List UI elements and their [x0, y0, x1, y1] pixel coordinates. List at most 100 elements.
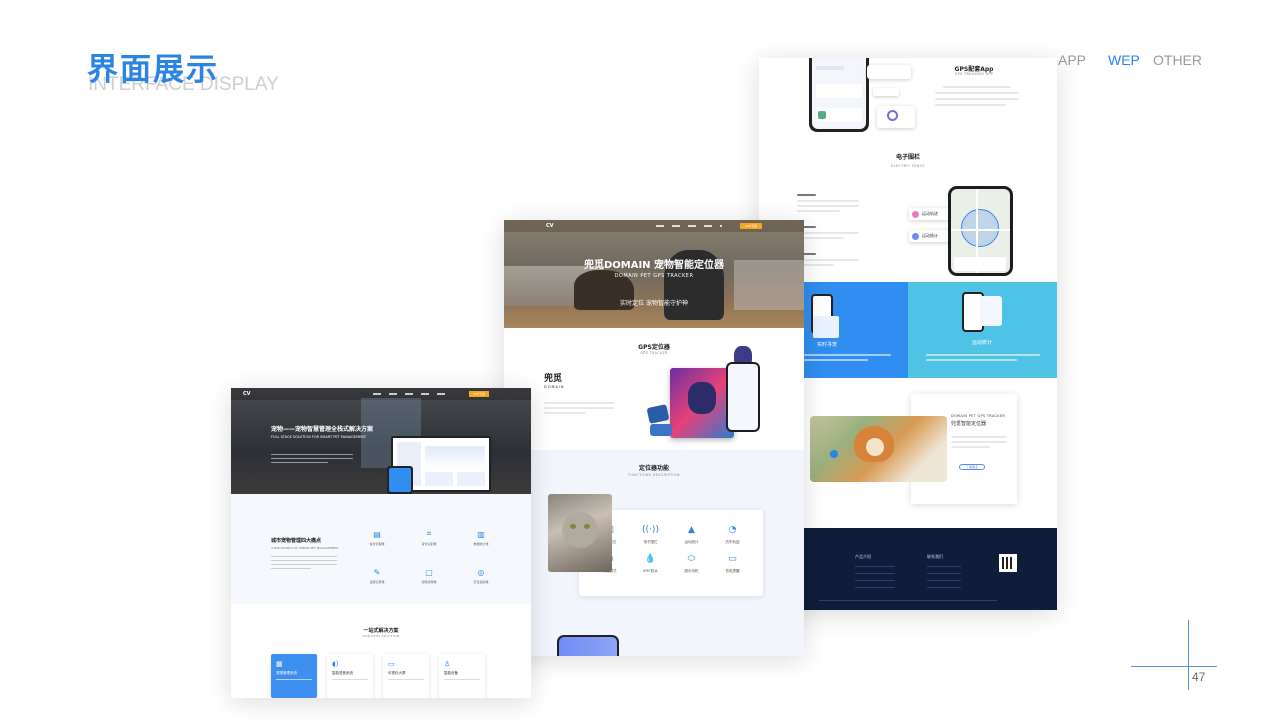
left-hero-title: 宠物——宠物智慧管理全栈式解决方案 — [271, 426, 374, 433]
solution-card[interactable]: ▦ 宠物管理系统 — [271, 654, 317, 698]
solution-card[interactable]: ▭ 可视化大屏 — [383, 654, 429, 698]
page-number: 47 — [1192, 670, 1206, 684]
solution-icon: ▭ — [388, 660, 395, 668]
solution-label: 智能设备 — [444, 671, 458, 675]
func-icon: ◔ — [728, 525, 737, 535]
mid-download-button[interactable]: APP下载 — [740, 223, 762, 229]
mid-brand: 兜觅 — [544, 374, 563, 384]
left-solution-en: ONE-STOP SOLUTION — [362, 634, 400, 638]
left-pain-section: 城市宠物管理四大痛点 4 PAIN POINTS OF URBAN PET MA… — [231, 494, 531, 604]
func-item: 💧 IP67防水 — [630, 553, 671, 574]
func-icon: ⬭ — [687, 554, 696, 564]
mid-functions-section: 定位器功能 FUNCTIONS DESCRIPTION ▣实时定位((·))电子… — [504, 450, 804, 656]
mid-gps-box — [670, 368, 734, 438]
func-item: ▭ 低电提醒 — [712, 553, 753, 574]
solution-label: 智能语音系统 — [332, 671, 353, 675]
func-item: ◔ 历史轨迹 — [712, 524, 753, 545]
func-icon: ▲ — [688, 525, 695, 535]
mid-hero: CV APP下载 兜觅DOMAIN 宠物智能定位器 DOMAIN PET GPS… — [504, 220, 804, 328]
pain-item: ▤ 信息管理难 — [351, 528, 403, 547]
pain-label: 信息管理难 — [369, 542, 385, 546]
float-search-card — [877, 106, 915, 128]
scan-icon: ⌗ — [426, 529, 432, 538]
right-app-en: GPS TRACKING APP — [954, 72, 994, 76]
mid-nav-links[interactable] — [656, 225, 722, 227]
func-icon: 💧 — [644, 554, 657, 564]
right-fence-en: ELECTRIC FENCE — [891, 164, 925, 168]
solution-card[interactable]: ♙ 智能设备 — [439, 654, 485, 698]
left-logo[interactable]: CV — [243, 391, 251, 397]
func-item: ▲ 运动统计 — [671, 524, 712, 545]
pain-label: 定位追踪难 — [473, 580, 489, 584]
mid-gps-title: GPS定位器 — [638, 344, 670, 351]
pain-item: ▥ 数据统计难 — [455, 528, 507, 547]
mid-brand-desc — [544, 402, 614, 414]
pain-item: ◎ 定位追踪难 — [455, 566, 507, 585]
pill-stats: 运动统计 — [909, 230, 951, 242]
func-icon: ((·)) — [642, 525, 659, 535]
pain-item: ✎ 违规记录难 — [351, 566, 403, 585]
left-pain-title: 城市宠物管理四大痛点 — [271, 538, 322, 544]
qr-code — [999, 554, 1017, 572]
device-icon: ▢ — [425, 567, 433, 577]
mid-func-title: 定位器功能 — [638, 465, 669, 472]
nav-app[interactable]: APP — [1058, 52, 1086, 68]
solution-icon: ▦ — [276, 660, 283, 668]
mid-brand-en: DOMAIN — [544, 385, 565, 389]
mid-hero-title: 兜觅DOMAIN 宠物智能定位器 — [583, 260, 725, 271]
func-label: 历史轨迹 — [725, 540, 740, 544]
left-nav-links[interactable] — [373, 393, 453, 395]
product-more-button[interactable]: 了解更多 — [959, 464, 985, 470]
doc-icon: ▤ — [373, 529, 381, 539]
right-fence-phone — [948, 186, 1013, 276]
right-fence-text — [797, 194, 859, 266]
solution-icon: ◖) — [332, 660, 339, 668]
nav-other[interactable]: OTHER — [1153, 52, 1202, 68]
dog-photo — [810, 416, 947, 482]
right-app-desc — [935, 86, 1019, 106]
mock-left: CV APP下载 宠物——宠物智慧管理全栈式解决方案 FULL STACK SO… — [231, 388, 531, 698]
mid-cat-photo — [548, 494, 612, 572]
solution-label: 宠物管理系统 — [276, 671, 297, 675]
mid-bottom-phone — [557, 635, 619, 656]
corner-line-horizontal — [1131, 666, 1217, 667]
left-phone — [387, 466, 413, 494]
func-label: 电子围栏 — [643, 540, 658, 544]
mid-hero-en: DOMAIN PET GPS TRACKER — [614, 273, 694, 279]
right-fence-title: 电子围栏 — [895, 154, 920, 161]
func-label: 超长待机 — [684, 569, 699, 573]
mid-func-en: FUNCTIONS DESCRIPTION — [628, 473, 680, 477]
slide: INTERFACE DISPLAY 界面展示 APP WEP OTHER 47 … — [0, 0, 1280, 720]
pain-item: ⌗ 身份识别难 — [403, 528, 455, 546]
solution-card[interactable]: ◖) 智能语音系统 — [327, 654, 373, 698]
left-hero-en: FULL STACK SOLUTION FOR SMART PET MANAGE… — [271, 435, 367, 439]
func-item: ((·)) 电子围栏 — [630, 524, 671, 545]
pain-label: 违规记录难 — [369, 580, 385, 584]
mock-right-phone — [809, 58, 869, 132]
pill-track: 运动轨迹 — [909, 208, 951, 220]
solution-label: 可视化大屏 — [388, 671, 406, 675]
mid-gps-en: GPS TRACKER — [640, 351, 668, 355]
panel-motion-stats: 运动统计 — [908, 282, 1057, 378]
solution-icon: ♙ — [444, 660, 451, 668]
chart-icon: ▥ — [477, 529, 485, 539]
title-cn: 界面展示 — [87, 52, 219, 88]
func-icon: ▭ — [728, 554, 737, 564]
left-pain-en: 4 PAIN POINTS OF URBAN PET MANAGEMENT — [271, 546, 339, 550]
func-label: 运动统计 — [684, 540, 699, 544]
pain-label: 身份识别难 — [421, 542, 437, 546]
pain-label: 智能终端难 — [421, 580, 437, 584]
target-icon: ◎ — [477, 567, 485, 577]
func-label: IP67防水 — [643, 569, 658, 573]
mid-tracker-device — [646, 404, 670, 424]
mid-logo[interactable]: CV — [546, 223, 562, 229]
mock-middle: CV APP下载 兜觅DOMAIN 宠物智能定位器 DOMAIN PET GPS… — [504, 220, 804, 656]
mid-hero-sub: 实时定位 宠物智能守护神 — [620, 300, 688, 307]
nav-wep[interactable]: WEP — [1108, 52, 1140, 68]
float-tag — [873, 88, 899, 96]
corner-line-vertical — [1188, 620, 1189, 690]
pain-label: 数据统计难 — [473, 542, 489, 546]
mid-tracker-device-2 — [650, 424, 672, 436]
left-hero: CV APP下载 宠物——宠物智慧管理全栈式解决方案 FULL STACK SO… — [231, 388, 531, 494]
left-download-button[interactable]: APP下载 — [469, 391, 489, 397]
